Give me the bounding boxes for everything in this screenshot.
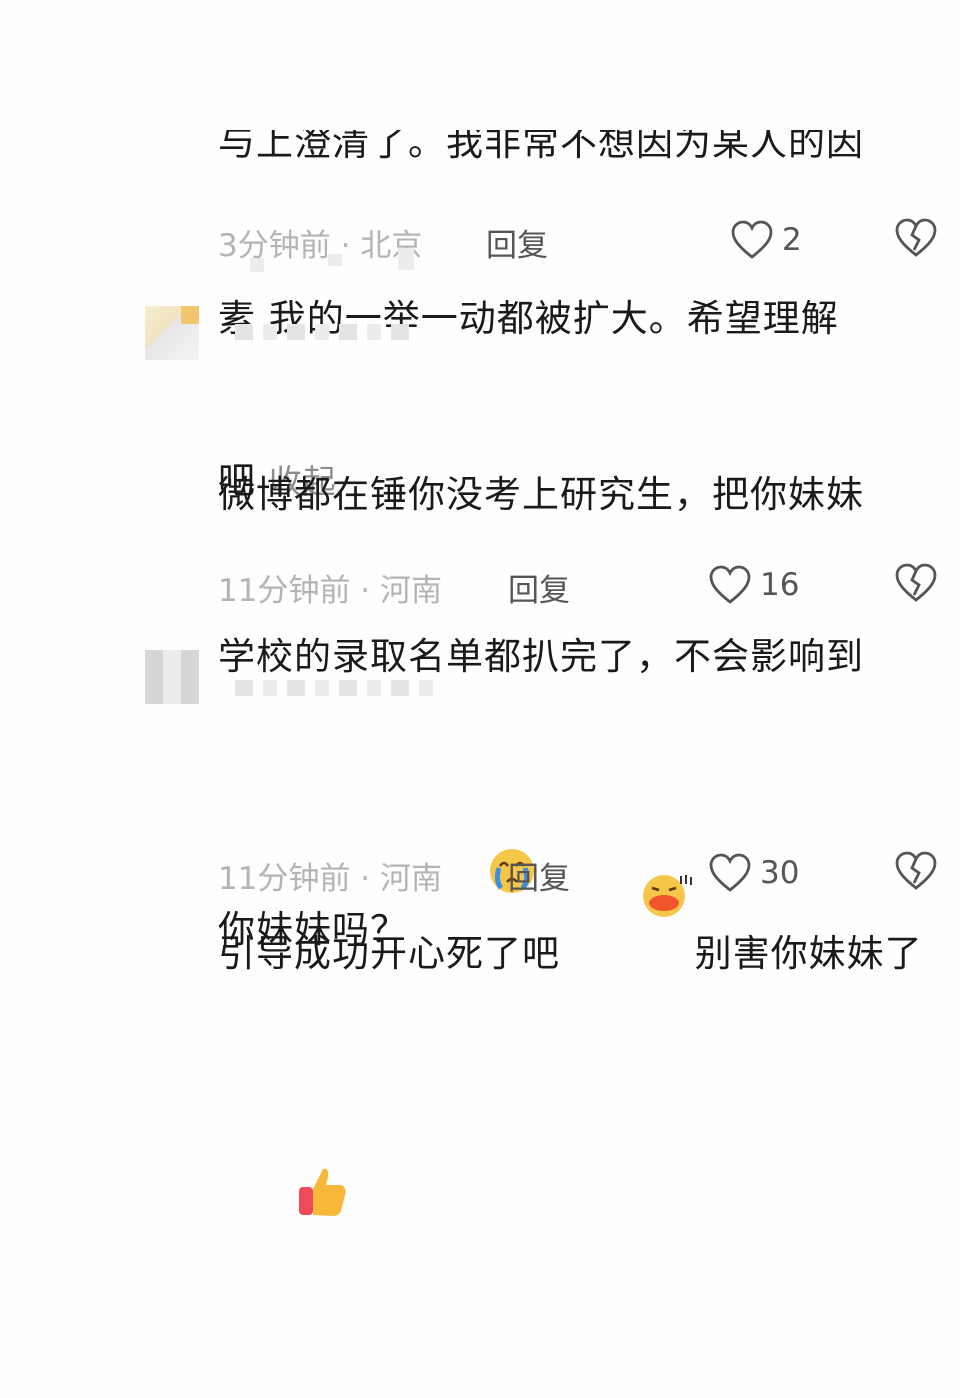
- like-button[interactable]: 30: [708, 853, 799, 893]
- comment-text-line: 学校的录取名单都扒完了，不会影响到: [218, 635, 864, 678]
- dislike-button[interactable]: [894, 851, 938, 895]
- blur-artifact: [328, 254, 342, 266]
- avatar[interactable]: [145, 650, 199, 704]
- like-count: 2: [782, 222, 802, 258]
- like-count: 16: [760, 567, 800, 603]
- username-blurred[interactable]: [235, 324, 409, 340]
- heart-icon: [709, 853, 751, 892]
- lips-face-emoji: [560, 816, 695, 989]
- time-location: 11分钟前 · 河南: [218, 861, 443, 897]
- comment-text-line: 引导成功开心死了吧: [218, 932, 560, 975]
- broken-heart-icon: [895, 563, 937, 602]
- blur-artifact: [250, 258, 264, 272]
- heart-icon: [731, 220, 773, 259]
- heart-icon: [709, 565, 751, 604]
- avatar[interactable]: [145, 306, 199, 360]
- like-button[interactable]: 2: [730, 220, 802, 260]
- comment-meta: 11分钟前 · 河南 回复 16: [218, 563, 938, 609]
- reply-button[interactable]: 回复: [508, 565, 570, 610]
- comment-meta: 11分钟前 · 河南 回复 30: [218, 851, 938, 897]
- comment-text-line: 微博都在锤你没考上研究生，把你妹妹: [218, 473, 864, 516]
- comment-meta: 3分钟前 · 北京 回复 2: [218, 218, 938, 264]
- comment-text-line: 与上澄清了。我非常不想因为某人的因: [218, 130, 864, 164]
- time-location: 11分钟前 · 河南: [218, 573, 443, 609]
- like-button[interactable]: 16: [708, 565, 799, 605]
- dislike-button[interactable]: [894, 218, 938, 262]
- comment-text-line: 别害你妹妹了: [694, 932, 923, 975]
- thumbs-up-emoji: [218, 1109, 351, 1290]
- time-location: 3分钟前 · 北京: [218, 228, 423, 264]
- dislike-button[interactable]: [894, 563, 938, 607]
- comment-text: 引导成功开心死了吧 别害你妹妹了: [218, 708, 923, 1398]
- blur-artifact: [398, 248, 414, 270]
- broken-heart-icon: [895, 218, 937, 257]
- reply-button[interactable]: 回复: [508, 853, 570, 898]
- reply-button[interactable]: 回复: [486, 220, 548, 265]
- like-count: 30: [760, 855, 800, 891]
- broken-heart-icon: [895, 851, 937, 890]
- username-blurred[interactable]: [235, 680, 433, 696]
